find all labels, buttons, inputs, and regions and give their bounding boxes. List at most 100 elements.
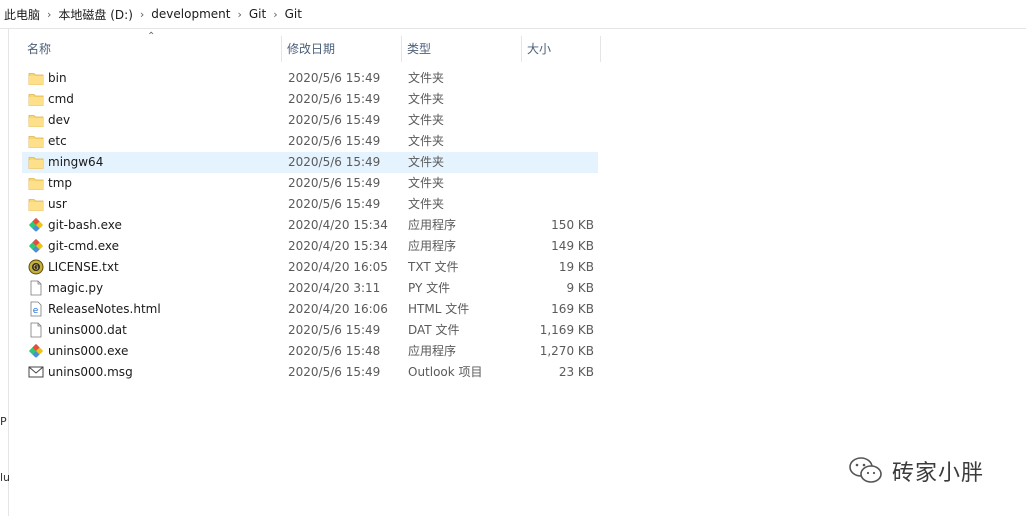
file-date-modified: 2020/5/6 15:49 xyxy=(288,197,381,211)
file-row[interactable]: bin 2020/5/6 15:49 文件夹 xyxy=(22,68,598,89)
file-type: 文件夹 xyxy=(408,155,445,169)
file-row[interactable]: git-cmd.exe 2020/4/20 15:34 应用程序 149 KB xyxy=(22,236,598,257)
svg-text:G: G xyxy=(33,264,38,272)
breadcrumb: 此电脑 › 本地磁盘 (D:) › development › Git › Git xyxy=(0,0,1026,29)
column-header-size[interactable]: 大小 xyxy=(522,36,601,62)
git-icon xyxy=(28,217,44,233)
file-type: 应用程序 xyxy=(408,218,457,232)
file-size: 150 KB xyxy=(551,218,594,232)
file-type: 应用程序 xyxy=(408,239,457,253)
column-header-name[interactable]: 名称 xyxy=(22,36,282,62)
license-icon: G xyxy=(28,259,44,275)
file-name: LICENSE.txt xyxy=(48,260,119,274)
file-size: 9 KB xyxy=(566,281,594,295)
file-type: Outlook 项目 xyxy=(408,365,483,379)
folder-icon xyxy=(28,112,44,128)
file-name: tmp xyxy=(48,176,73,190)
file-name: git-bash.exe xyxy=(48,218,122,232)
file-row[interactable]: etc 2020/5/6 15:49 文件夹 xyxy=(22,131,598,152)
document-icon xyxy=(28,322,44,338)
file-date-modified: 2020/4/20 16:06 xyxy=(288,302,388,316)
folder-icon xyxy=(28,196,44,212)
file-name: magic.py xyxy=(48,281,104,295)
git-icon xyxy=(28,238,44,254)
file-name: mingw64 xyxy=(48,155,104,169)
file-row[interactable]: magic.py 2020/4/20 3:11 PY 文件 9 KB xyxy=(22,278,598,299)
file-row[interactable]: unins000.msg 2020/5/6 15:49 Outlook 项目 23 K… xyxy=(22,362,598,383)
chevron-right-icon[interactable]: › xyxy=(234,8,244,21)
file-name: unins000.msg xyxy=(48,365,133,379)
git-icon xyxy=(28,343,44,359)
file-date-modified: 2020/5/6 15:48 xyxy=(288,344,381,358)
file-name: git-cmd.exe xyxy=(48,239,119,253)
watermark: 砖家小胖 xyxy=(848,455,984,487)
navigation-pane[interactable]: P lu xyxy=(0,29,11,516)
file-type: 文件夹 xyxy=(408,134,445,148)
file-type: 文件夹 xyxy=(408,197,445,211)
file-date-modified: 2020/5/6 15:49 xyxy=(288,323,381,337)
file-type: 文件夹 xyxy=(408,113,445,127)
file-list: bin 2020/5/6 15:49 文件夹 cmd 2020/5/6 15:49 文件夹… xyxy=(22,68,598,383)
file-name: unins000.exe xyxy=(48,344,129,358)
folder-icon xyxy=(28,70,44,86)
file-size: 19 KB xyxy=(558,260,594,274)
file-name: ReleaseNotes.html xyxy=(48,302,161,316)
breadcrumb-item[interactable]: 本地磁盘 (D:) xyxy=(54,6,136,23)
file-type: 文件夹 xyxy=(408,92,445,106)
file-type: HTML 文件 xyxy=(408,302,470,316)
file-date-modified: 2020/5/6 15:49 xyxy=(288,71,381,85)
file-date-modified: 2020/5/6 15:49 xyxy=(288,155,381,169)
watermark-text: 砖家小胖 xyxy=(892,461,985,486)
html-file-icon: e xyxy=(28,301,44,317)
file-type: 文件夹 xyxy=(408,71,445,85)
wechat-icon xyxy=(849,457,882,483)
chevron-right-icon[interactable]: › xyxy=(44,8,54,21)
file-row[interactable]: unins000.dat 2020/5/6 15:49 DAT 文件 1,169 KB xyxy=(22,320,598,341)
file-type: DAT 文件 xyxy=(408,323,460,337)
file-date-modified: 2020/5/6 15:49 xyxy=(288,134,381,148)
file-date-modified: 2020/4/20 15:34 xyxy=(288,218,388,232)
file-row[interactable]: dev 2020/5/6 15:49 文件夹 xyxy=(22,110,598,131)
file-row[interactable]: cmd 2020/5/6 15:49 文件夹 xyxy=(22,89,598,110)
file-name: bin xyxy=(48,71,67,85)
file-size: 169 KB xyxy=(551,302,594,316)
chevron-right-icon[interactable]: › xyxy=(137,8,147,21)
file-row[interactable]: e ReleaseNotes.html 2020/4/20 16:06 HTML 文件… xyxy=(22,299,598,320)
file-row[interactable]: tmp 2020/5/6 15:49 文件夹 xyxy=(22,173,598,194)
file-name: etc xyxy=(48,134,67,148)
file-size: 23 KB xyxy=(558,365,594,379)
file-date-modified: 2020/5/6 15:49 xyxy=(288,113,381,127)
folder-icon xyxy=(28,175,44,191)
file-date-modified: 2020/4/20 3:11 xyxy=(288,281,381,295)
folder-icon xyxy=(28,133,44,149)
file-type: PY 文件 xyxy=(408,281,451,295)
file-type: 应用程序 xyxy=(408,344,457,358)
file-date-modified: 2020/5/6 15:49 xyxy=(288,176,381,190)
file-size: 149 KB xyxy=(551,239,594,253)
folder-icon xyxy=(28,154,44,170)
breadcrumb-item[interactable]: development xyxy=(147,7,234,21)
column-header-date-modified[interactable]: 修改日期 xyxy=(282,36,402,62)
file-name: dev xyxy=(48,113,71,127)
file-row[interactable]: usr 2020/5/6 15:49 文件夹 xyxy=(22,194,598,215)
folder-icon xyxy=(28,91,44,107)
file-date-modified: 2020/5/6 15:49 xyxy=(288,92,381,106)
breadcrumb-item[interactable]: Git xyxy=(245,7,270,21)
breadcrumb-item[interactable]: 此电脑 xyxy=(0,6,44,23)
file-row[interactable]: git-bash.exe 2020/4/20 15:34 应用程序 150 KB xyxy=(22,215,598,236)
nav-pane-text-fragment: lu xyxy=(0,471,11,484)
file-row[interactable]: G LICENSE.txt 2020/4/20 16:05 TXT 文件 19 KB xyxy=(22,257,598,278)
file-name: usr xyxy=(48,197,67,211)
column-header-row: 名称 修改日期 类型 大小 xyxy=(22,36,601,62)
breadcrumb-item[interactable]: Git xyxy=(281,7,306,21)
file-name: unins000.dat xyxy=(48,323,127,337)
file-row[interactable]: mingw64 2020/5/6 15:49 文件夹 xyxy=(22,152,598,173)
file-row[interactable]: unins000.exe 2020/5/6 15:48 应用程序 1,270 KB xyxy=(22,341,598,362)
file-name: cmd xyxy=(48,92,74,106)
column-header-type[interactable]: 类型 xyxy=(402,36,522,62)
file-size: 1,270 KB xyxy=(539,344,594,358)
chevron-right-icon[interactable]: › xyxy=(270,8,280,21)
file-date-modified: 2020/4/20 15:34 xyxy=(288,239,388,253)
document-icon xyxy=(28,280,44,296)
file-date-modified: 2020/5/6 15:49 xyxy=(288,365,381,379)
